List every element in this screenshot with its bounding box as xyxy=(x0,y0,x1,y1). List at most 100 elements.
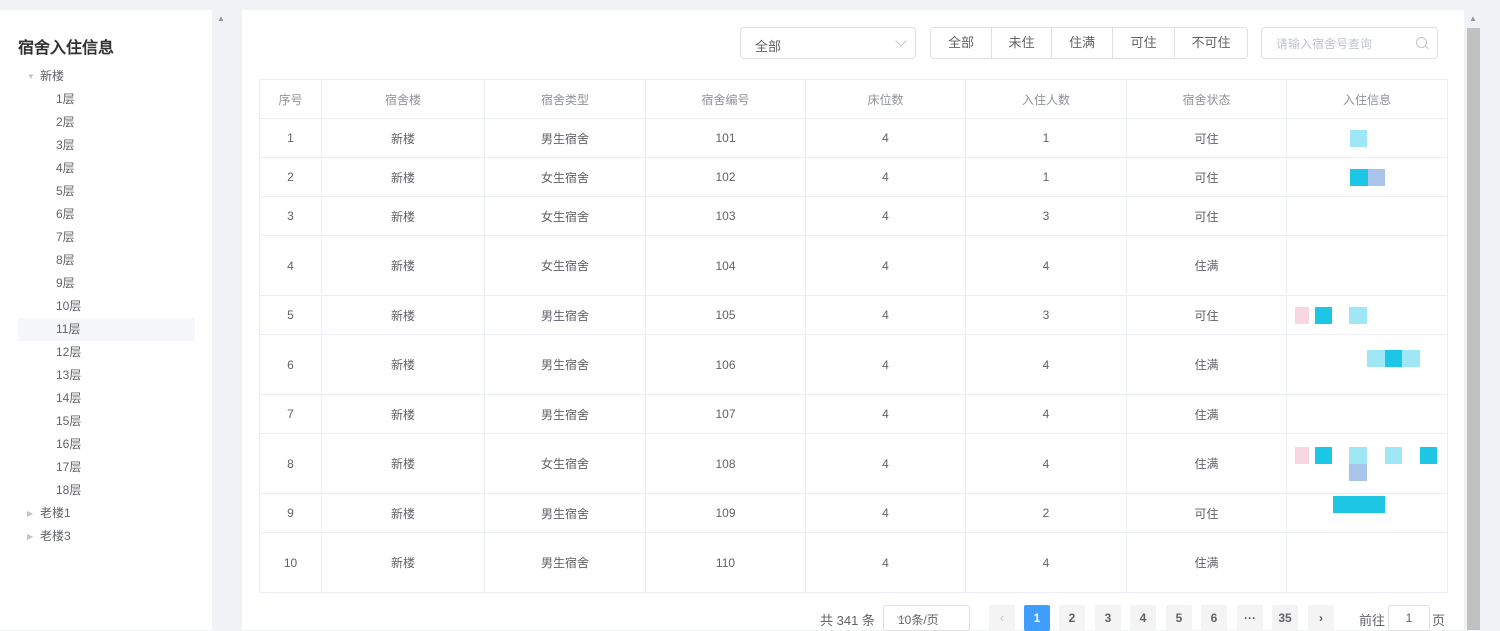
tree-node-floor[interactable]: 16层 xyxy=(0,433,212,456)
table-row[interactable]: 3 新楼 女生宿舍 103 4 3 可住 xyxy=(259,196,1448,236)
goto-suffix: 页 xyxy=(1432,613,1446,628)
page-size-select[interactable]: 10条/页 xyxy=(883,605,970,631)
table-cell: 3 xyxy=(259,196,322,236)
occupant-info-cell[interactable] xyxy=(1286,532,1448,593)
filter-all-button[interactable]: 全部 xyxy=(931,28,991,58)
goto-page-input[interactable]: 1 xyxy=(1388,605,1430,631)
page-button-6[interactable]: 6 xyxy=(1201,605,1227,631)
occupant-info-cell[interactable] xyxy=(1286,394,1448,434)
tree-node-floor[interactable]: 11层 xyxy=(18,318,195,341)
tree-node-floor[interactable]: 13层 xyxy=(0,364,212,387)
page-button-2[interactable]: 2 xyxy=(1059,605,1085,631)
tree-node-floor[interactable]: 1层 xyxy=(0,88,212,111)
table-cell: 新楼 xyxy=(321,433,485,494)
column-header: 宿舍楼 xyxy=(321,79,485,119)
tree-node-floor[interactable]: 9层 xyxy=(0,272,212,295)
table-row[interactable]: 4 新楼 女生宿舍 104 4 4 住满 xyxy=(259,235,1448,296)
table-row[interactable]: 5 新楼 男生宿舍 105 4 3 可住 xyxy=(259,295,1448,335)
more-pages-button[interactable]: ··· xyxy=(1237,605,1263,631)
occupant-info-cell[interactable] xyxy=(1286,118,1448,158)
scroll-up-icon[interactable]: ▲ xyxy=(217,14,225,23)
tree-node-floor[interactable]: 18层 xyxy=(0,479,212,502)
occupant-avatar xyxy=(1333,495,1385,513)
table-cell: 4 xyxy=(965,433,1127,494)
occupant-info-cell[interactable] xyxy=(1286,493,1448,533)
caret-right-icon[interactable]: ▶ xyxy=(27,525,33,548)
scrollbar-thumb[interactable] xyxy=(1467,28,1480,630)
occupant-info-cell[interactable] xyxy=(1286,196,1448,236)
filter-unavailable-button[interactable]: 不可住 xyxy=(1174,28,1247,58)
tree-node-floor[interactable]: 5层 xyxy=(0,180,212,203)
occupant-avatar xyxy=(1368,168,1385,186)
table-cell: 新楼 xyxy=(321,532,485,593)
tree-node-floor[interactable]: 17层 xyxy=(0,456,212,479)
tree-node-floor[interactable]: 8层 xyxy=(0,249,212,272)
occupant-info-cell[interactable] xyxy=(1286,295,1448,335)
tree-node-label: 16层 xyxy=(56,437,82,451)
caret-down-icon[interactable]: ▼ xyxy=(27,65,35,88)
status-select[interactable]: 全部 xyxy=(740,27,916,59)
table-cell: 1 xyxy=(965,157,1127,197)
filter-empty-button[interactable]: 未住 xyxy=(991,28,1051,58)
search-icon[interactable] xyxy=(1416,37,1427,48)
page-size-value: 10条/页 xyxy=(898,613,939,627)
main-panel: 全部 全部 未住 住满 可住 不可住 序号 宿舍楼 宿舍类型 宿舍编号 床位数 … xyxy=(242,10,1464,631)
table-row[interactable]: 6 新楼 男生宿舍 106 4 4 住满 xyxy=(259,334,1448,395)
sidebar-scrollbar[interactable]: ▲ xyxy=(214,10,228,630)
tree-node-floor[interactable]: 12层 xyxy=(0,341,212,364)
table-row[interactable]: 2 新楼 女生宿舍 102 4 1 可住 xyxy=(259,157,1448,197)
table-cell: 8 xyxy=(259,433,322,494)
table-row[interactable]: 1 新楼 男生宿舍 101 4 1 可住 xyxy=(259,118,1448,158)
table-cell: 7 xyxy=(259,394,322,434)
page-button-3[interactable]: 3 xyxy=(1095,605,1121,631)
tree-node-floor[interactable]: 14层 xyxy=(0,387,212,410)
occupant-info-cell[interactable] xyxy=(1286,334,1448,395)
tree-node-building[interactable]: ▶ 老楼1 xyxy=(0,502,212,525)
tree-node-floor[interactable]: 10层 xyxy=(0,295,212,318)
tree-node-floor[interactable]: 2层 xyxy=(0,111,212,134)
table-row[interactable]: 8 新楼 女生宿舍 108 4 4 住满 xyxy=(259,433,1448,494)
tree-node-label: 7层 xyxy=(56,230,75,244)
occupant-info-cell[interactable] xyxy=(1286,235,1448,296)
table-cell: 男生宿舍 xyxy=(484,532,646,593)
page-button-1[interactable]: 1 xyxy=(1024,605,1050,631)
table-cell: 4 xyxy=(805,118,966,158)
tree-node-floor[interactable]: 3层 xyxy=(0,134,212,157)
occupant-avatar xyxy=(1350,168,1368,186)
table-cell: 新楼 xyxy=(321,235,485,296)
room-search-input[interactable] xyxy=(1262,28,1428,60)
page-button-5[interactable]: 5 xyxy=(1166,605,1192,631)
next-page-button[interactable]: › xyxy=(1308,605,1334,631)
table-row[interactable]: 9 新楼 男生宿舍 109 4 2 可住 xyxy=(259,493,1448,533)
tree-node-label: 15层 xyxy=(56,414,82,428)
occupant-avatar xyxy=(1385,350,1403,367)
prev-page-button[interactable]: ‹ xyxy=(989,605,1015,631)
column-header: 宿舍类型 xyxy=(484,79,646,119)
table-row[interactable]: 10 新楼 男生宿舍 110 4 4 住满 xyxy=(259,532,1448,593)
table-cell: 107 xyxy=(645,394,806,434)
column-header: 宿舍编号 xyxy=(645,79,806,119)
tree-node-floor[interactable]: 6层 xyxy=(0,203,212,226)
table-cell: 4 xyxy=(805,334,966,395)
table-row[interactable]: 7 新楼 男生宿舍 107 4 4 住满 xyxy=(259,394,1448,434)
occupant-avatar xyxy=(1420,447,1437,464)
page-button-4[interactable]: 4 xyxy=(1130,605,1156,631)
table-cell: 住满 xyxy=(1126,334,1287,395)
tree-node-building[interactable]: ▶ 老楼3 xyxy=(0,525,212,548)
tree-node-floor[interactable]: 7层 xyxy=(0,226,212,249)
filter-available-button[interactable]: 可住 xyxy=(1112,28,1174,58)
tree-node-building[interactable]: ▼ 新楼 xyxy=(0,65,212,88)
tree-node-floor[interactable]: 15层 xyxy=(0,410,212,433)
page-scrollbar[interactable]: ▲ xyxy=(1465,10,1482,630)
table-cell: 4 xyxy=(805,235,966,296)
scroll-up-icon[interactable]: ▲ xyxy=(1469,14,1477,23)
page-button-last[interactable]: 35 xyxy=(1272,605,1298,631)
table-cell: 女生宿舍 xyxy=(484,196,646,236)
tree-node-floor[interactable]: 4层 xyxy=(0,157,212,180)
table-cell: 9 xyxy=(259,493,322,533)
status-filter-group: 全部 未住 住满 可住 不可住 xyxy=(930,27,1248,59)
caret-right-icon[interactable]: ▶ xyxy=(27,502,33,525)
occupant-info-cell[interactable] xyxy=(1286,433,1448,494)
occupant-info-cell[interactable] xyxy=(1286,157,1448,197)
filter-full-button[interactable]: 住满 xyxy=(1051,28,1112,58)
